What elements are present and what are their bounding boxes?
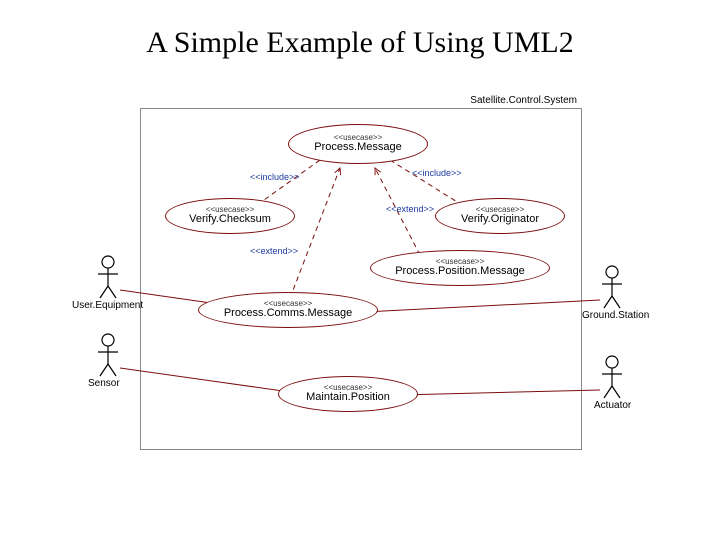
usecase-label: Process.Message	[314, 142, 401, 154]
rel-label-include-right: <<include>>	[412, 168, 462, 178]
actor-user-equipment-label: User.Equipment	[72, 300, 143, 311]
usecase-label: Process.Comms.Message	[224, 308, 352, 320]
usecase-process-position-message: <<usecase>> Process.Position.Message	[370, 250, 550, 286]
system-boundary-label: Satellite.Control.System	[470, 95, 577, 106]
actor-actuator-icon	[602, 356, 622, 398]
rel-label-extend-left: <<extend>>	[250, 246, 298, 256]
actor-sensor-label: Sensor	[88, 378, 120, 389]
slide: A Simple Example of Using UML2 Satellite…	[0, 0, 720, 540]
rel-label-extend-right: <<extend>>	[386, 204, 434, 214]
usecase-process-message: <<usecase>> Process.Message	[288, 124, 428, 164]
actor-ground-station-label: Ground.Station	[582, 310, 649, 321]
usecase-verify-originator: <<usecase>> Verify.Originator	[435, 198, 565, 234]
usecase-maintain-position: <<usecase>> Maintain.Position	[278, 376, 418, 412]
rel-label-include-left: <<include>>	[250, 172, 300, 182]
usecase-verify-checksum: <<usecase>> Verify.Checksum	[165, 198, 295, 234]
actor-ground-station-icon	[602, 266, 622, 308]
actor-sensor-icon	[98, 334, 118, 376]
usecase-label: Verify.Originator	[461, 214, 539, 226]
usecase-label: Maintain.Position	[306, 392, 390, 404]
actor-user-equipment-icon	[98, 256, 118, 298]
slide-title: A Simple Example of Using UML2	[0, 26, 720, 60]
usecase-process-comms-message: <<usecase>> Process.Comms.Message	[198, 292, 378, 328]
usecase-label: Process.Position.Message	[395, 266, 525, 278]
usecase-label: Verify.Checksum	[189, 214, 271, 226]
actor-actuator-label: Actuator	[594, 400, 631, 411]
